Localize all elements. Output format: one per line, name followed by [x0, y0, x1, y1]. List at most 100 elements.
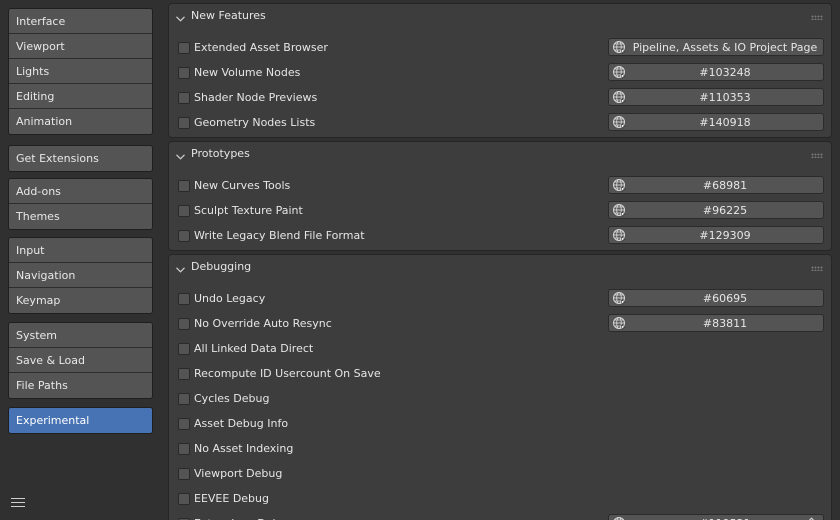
link-button[interactable]: #103248 — [608, 63, 824, 81]
panel-title: Debugging — [191, 260, 252, 273]
chevron-up-icon[interactable] — [807, 513, 816, 520]
checkbox[interactable] — [178, 117, 190, 129]
chevron-down-icon[interactable] — [176, 263, 185, 273]
setting-label[interactable]: No Asset Indexing — [194, 442, 293, 455]
sidebar-group: Interface Viewport Lights Editing Animation — [8, 8, 153, 135]
setting-label[interactable]: Viewport Debug — [194, 467, 282, 480]
setting-label[interactable]: No Override Auto Resync — [194, 317, 332, 330]
sidebar-item-editing[interactable]: Editing — [9, 84, 152, 109]
drag-grip-icon[interactable] — [811, 153, 823, 158]
checkbox[interactable] — [178, 180, 190, 192]
link-button[interactable]: #83811 — [608, 314, 824, 332]
globe-link-icon — [612, 228, 627, 243]
setting-row-recompute-id-usercount-on-save: Recompute ID Usercount On Save — [169, 364, 831, 384]
panel-title: New Features — [191, 9, 266, 22]
setting-row-eevee-debug: EEVEE Debug — [169, 489, 831, 509]
sidebar-group: Add-ons Themes — [8, 178, 153, 230]
checkbox[interactable] — [178, 92, 190, 104]
drag-grip-icon[interactable] — [811, 15, 823, 20]
setting-row-shader-node-previews: Shader Node Previews #110353 — [169, 88, 831, 108]
sidebar-item-viewport[interactable]: Viewport — [9, 34, 152, 59]
sidebar-item-navigation[interactable]: Navigation — [9, 263, 152, 288]
drag-grip-icon[interactable] — [811, 266, 823, 271]
sidebar-item-input[interactable]: Input — [9, 238, 152, 263]
setting-row-sculpt-texture-paint: Sculpt Texture Paint #96225 — [169, 201, 831, 221]
setting-label[interactable]: Undo Legacy — [194, 292, 265, 305]
checkbox[interactable] — [178, 343, 190, 355]
setting-label[interactable]: Geometry Nodes Lists — [194, 116, 315, 129]
link-button[interactable]: #110353 — [608, 88, 824, 106]
checkbox[interactable] — [178, 318, 190, 330]
checkbox[interactable] — [178, 468, 190, 480]
setting-label[interactable]: New Curves Tools — [194, 179, 290, 192]
checkbox[interactable] — [178, 293, 190, 305]
link-button[interactable]: #129309 — [608, 226, 824, 244]
setting-label[interactable]: Sculpt Texture Paint — [194, 204, 303, 217]
sidebar-item-get-extensions[interactable]: Get Extensions — [9, 146, 152, 171]
sidebar-item-themes[interactable]: Themes — [9, 204, 152, 229]
link-button-label: #129309 — [699, 229, 751, 242]
checkbox[interactable] — [178, 368, 190, 380]
link-button-label: #96225 — [702, 204, 748, 217]
setting-label[interactable]: Recompute ID Usercount On Save — [194, 367, 381, 380]
sidebar-item-experimental[interactable]: Experimental — [9, 408, 152, 433]
link-button[interactable]: #68981 — [608, 176, 824, 194]
globe-link-icon — [612, 90, 627, 105]
experimental-settings-area[interactable]: New Features Extended Asset Browser Pipeli… — [162, 0, 840, 520]
globe-link-icon — [612, 316, 627, 331]
checkbox[interactable] — [178, 230, 190, 242]
setting-label[interactable]: Shader Node Previews — [194, 91, 317, 104]
sidebar-group: Experimental — [8, 407, 153, 434]
setting-row-new-volume-nodes: New Volume Nodes #103248 — [169, 63, 831, 83]
setting-label[interactable]: Write Legacy Blend File Format — [194, 229, 365, 242]
setting-row-no-asset-indexing: No Asset Indexing — [169, 439, 831, 459]
globe-link-icon — [612, 115, 627, 130]
checkbox[interactable] — [178, 205, 190, 217]
link-button[interactable]: #60695 — [608, 289, 824, 307]
checkbox[interactable] — [178, 443, 190, 455]
link-button-label: #110353 — [699, 91, 751, 104]
setting-row-undo-legacy: Undo Legacy #60695 — [169, 289, 831, 309]
globe-link-icon — [612, 178, 627, 193]
sidebar-item-add-ons[interactable]: Add-ons — [9, 179, 152, 204]
link-button[interactable]: #96225 — [608, 201, 824, 219]
link-button-label: #103248 — [699, 66, 751, 79]
checkbox[interactable] — [178, 418, 190, 430]
setting-label[interactable]: Extended Asset Browser — [194, 41, 328, 54]
panel-header[interactable]: New Features — [169, 4, 831, 28]
link-button-label: #60695 — [702, 292, 748, 305]
chevron-down-icon[interactable] — [176, 150, 185, 160]
setting-row-write-legacy-blend-file-format: Write Legacy Blend File Format #129309 — [169, 226, 831, 246]
link-button[interactable]: Pipeline, Assets & IO Project Page — [608, 38, 824, 56]
globe-link-icon — [612, 516, 626, 520]
setting-label[interactable]: Cycles Debug — [194, 392, 269, 405]
globe-link-icon — [612, 291, 627, 306]
panel-header[interactable]: Debugging — [169, 255, 831, 279]
setting-label[interactable]: New Volume Nodes — [194, 66, 300, 79]
checkbox[interactable] — [178, 42, 190, 54]
chevron-down-icon[interactable] — [176, 12, 185, 22]
sidebar-item-animation[interactable]: Animation — [9, 109, 152, 134]
link-button-label: #83811 — [702, 317, 748, 330]
setting-label[interactable]: All Linked Data Direct — [194, 342, 313, 355]
sidebar-item-system[interactable]: System — [9, 323, 152, 348]
setting-row-new-curves-tools: New Curves Tools #68981 — [169, 176, 831, 196]
sidebar-item-keymap[interactable]: Keymap — [9, 288, 152, 313]
globe-link-icon — [612, 203, 627, 218]
checkbox[interactable] — [178, 493, 190, 505]
sidebar-item-lights[interactable]: Lights — [9, 59, 152, 84]
hamburger-menu-icon[interactable] — [10, 495, 26, 509]
sidebar-item-interface[interactable]: Interface — [9, 9, 152, 34]
checkbox[interactable] — [178, 67, 190, 79]
setting-label[interactable]: Asset Debug Info — [194, 417, 288, 430]
checkbox[interactable] — [178, 393, 190, 405]
link-button[interactable]: #119521 — [608, 514, 824, 520]
sidebar-item-save-and-load[interactable]: Save & Load — [9, 348, 152, 373]
panel-header[interactable]: Prototypes — [169, 142, 831, 166]
link-button-label: #140918 — [699, 116, 751, 129]
sidebar-group: System Save & Load File Paths — [8, 322, 153, 399]
setting-label[interactable]: EEVEE Debug — [194, 492, 269, 505]
sidebar-item-file-paths[interactable]: File Paths — [9, 373, 152, 398]
setting-row-cycles-debug: Cycles Debug — [169, 389, 831, 409]
link-button[interactable]: #140918 — [608, 113, 824, 131]
